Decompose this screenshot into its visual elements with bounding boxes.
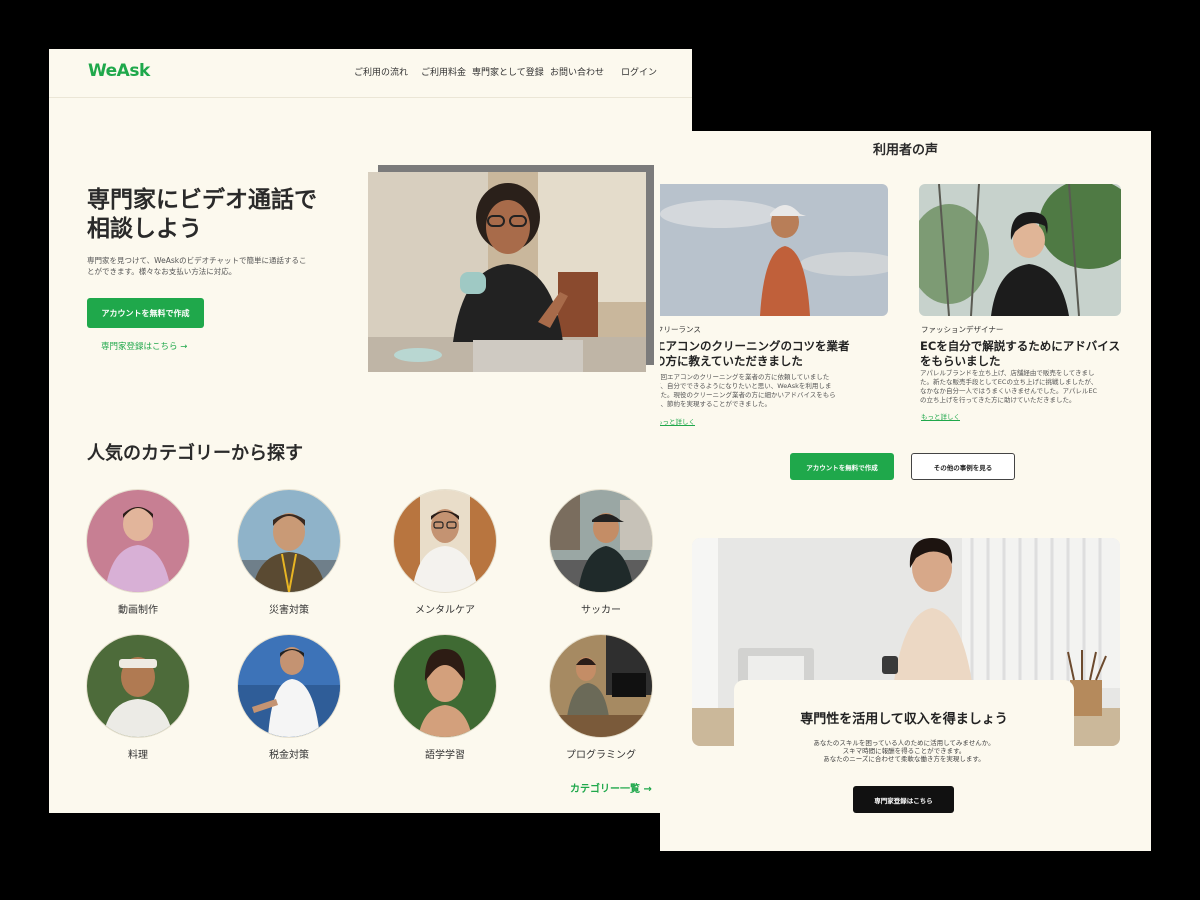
hero-title: 専門家にビデオ通話で 相談しよう <box>87 186 347 244</box>
testimonial-text-line: の立ち上げを行ってきた方に助けていただきました。 <box>920 396 1076 404</box>
category-video-production[interactable]: 動画制作 <box>86 489 190 616</box>
category-disaster-prevention[interactable]: 災害対策 <box>237 489 341 616</box>
create-account-button[interactable]: アカウントを無料で作成 <box>87 298 204 328</box>
testimonial-text-line: が、自分でできるようになりたいと思い、WeAskを利用しま <box>660 382 832 390</box>
hero-subtitle: 専門家を見つけて、WeAskのビデオチャットで簡単に通話するこ とができます。様… <box>87 255 332 277</box>
category-language-learning[interactable]: 語学学習 <box>393 634 497 761</box>
nav-flow[interactable]: ご利用の流れ <box>354 65 408 78</box>
read-more-link[interactable]: もっと詳しく <box>660 416 695 426</box>
earn-text-line: あなたのスキルを困っている人のために活用してみませんか。 <box>813 739 995 747</box>
hero-title-line1: 専門家にビデオ通話で <box>87 187 317 213</box>
testimonial-text-line: した。現役のクリーニング業者の方に細かいアドバイスをもら <box>660 391 836 399</box>
testimonial-title: ECを自分で解説するためにアドバイス をもらいました <box>920 339 1150 369</box>
category-label: 料理 <box>128 750 148 761</box>
testimonial-title-line2: をもらいました <box>920 354 1001 368</box>
category-label: 語学学習 <box>425 750 465 761</box>
categories-title: 人気のカテゴリーから探す <box>87 443 303 464</box>
testimonial-text: アパレルブランドを立ち上げ、店舗経由で販売をしてきまし た。新たな販売手段として… <box>920 369 1140 405</box>
testimonials-title: 利用者の声 <box>872 143 938 158</box>
earn-title: 専門性を活用して収入を得ましょう <box>800 712 1008 727</box>
nav-login[interactable]: ログイン <box>621 65 657 78</box>
testimonial-text-line: なかなか自分一人ではうまくいきませんでした。アパレルEC <box>920 387 1097 395</box>
testimonial-title-line2: の方に教えていただきました <box>660 354 803 368</box>
earn-income-card: 専門性を活用して収入を得ましょう あなたのスキルを困っている人のために活用してみ… <box>734 680 1074 850</box>
expert-register-link[interactable]: 専門家登録はこちら → <box>101 340 187 352</box>
testimonial-text-line: 前回エアコンのクリーニングを業者の方に依頼していました <box>660 373 830 381</box>
category-photo <box>549 634 653 738</box>
category-photo <box>549 489 653 593</box>
testimonial-role: フリーランス <box>660 325 701 334</box>
landing-page-top: WeAsk ご利用の流れ ご利用料金 専門家として登録 お問い合わせ ログイン … <box>49 49 692 813</box>
category-label: プログラミング <box>566 750 636 761</box>
category-mental-care[interactable]: メンタルケア <box>393 489 497 616</box>
weask-logo[interactable]: WeAsk <box>88 61 150 81</box>
create-account-button[interactable]: アカウントを無料で作成 <box>790 453 894 480</box>
hero-photo-woman-video-call <box>368 172 646 372</box>
hero-subtitle-line1: 専門家を見つけて、WeAskのビデオチャットで簡単に通話するこ <box>87 256 307 265</box>
nav-contact[interactable]: お問い合わせ <box>550 65 604 78</box>
earn-description: あなたのスキルを困っている人のために活用してみませんか。 スキマ時間に報酬を得る… <box>734 739 1074 763</box>
all-categories-link[interactable]: カテゴリー一覧 → <box>570 780 652 795</box>
testimonial-photo-freelancer <box>660 184 888 316</box>
category-photo <box>237 489 341 593</box>
category-photo <box>86 634 190 738</box>
testimonial-title-line1: エアコンのクリーニングのコツを業者 <box>660 339 850 353</box>
earn-text-line: あなたのニーズに合わせて柔軟な働き方を実現します。 <box>823 755 985 763</box>
category-cooking[interactable]: 料理 <box>86 634 190 761</box>
category-programming[interactable]: プログラミング <box>549 634 653 761</box>
category-label: 災害対策 <box>269 605 309 616</box>
expert-register-button[interactable]: 専門家登録はこちら <box>853 786 954 813</box>
testimonial-text-line: た。新たな販売手段としてECの立ち上げに挑戦しましたが、 <box>920 378 1098 386</box>
testimonial-text: 前回エアコンのクリーニングを業者の方に依頼していました が、自分でできるようにな… <box>660 373 894 409</box>
testimonial-title-line1: ECを自分で解説するためにアドバイス <box>920 339 1120 353</box>
nav-register-expert[interactable]: 専門家として登録 <box>472 65 544 78</box>
testimonial-photo-designer <box>919 184 1121 316</box>
more-cases-button[interactable]: その他の事例を見る <box>911 453 1015 480</box>
category-photo <box>86 489 190 593</box>
category-photo <box>237 634 341 738</box>
category-tax-planning[interactable]: 税金対策 <box>237 634 341 761</box>
nav-pricing[interactable]: ご利用料金 <box>421 65 466 78</box>
category-label: 動画制作 <box>118 605 158 616</box>
testimonial-text-line: い、節約を実現することができました。 <box>660 400 771 408</box>
category-label: サッカー <box>581 605 621 616</box>
category-soccer[interactable]: サッカー <box>549 489 653 616</box>
earn-text-line: スキマ時間に報酬を得ることができます。 <box>842 747 966 755</box>
category-photo <box>393 489 497 593</box>
landing-page-bottom: 利用者の声 フリーランス エアコンのクリーニングのコツを業者 の方に教えていただ… <box>660 131 1151 851</box>
testimonial-role: ファッションデザイナー <box>921 325 1004 334</box>
testimonial-text-line: アパレルブランドを立ち上げ、店舗経由で販売をしてきまし <box>920 369 1095 377</box>
read-more-link[interactable]: もっと詳しく <box>921 411 960 421</box>
category-label: 税金対策 <box>269 750 309 761</box>
site-header: WeAsk ご利用の流れ ご利用料金 専門家として登録 お問い合わせ ログイン <box>49 49 692 98</box>
testimonial-title: エアコンのクリーニングのコツを業者 の方に教えていただきました <box>660 339 904 369</box>
category-photo <box>393 634 497 738</box>
category-label: メンタルケア <box>415 605 475 616</box>
hero-subtitle-line2: とができます。様々なお支払い方法に対応。 <box>87 267 237 276</box>
hero-title-line2: 相談しよう <box>87 216 202 242</box>
